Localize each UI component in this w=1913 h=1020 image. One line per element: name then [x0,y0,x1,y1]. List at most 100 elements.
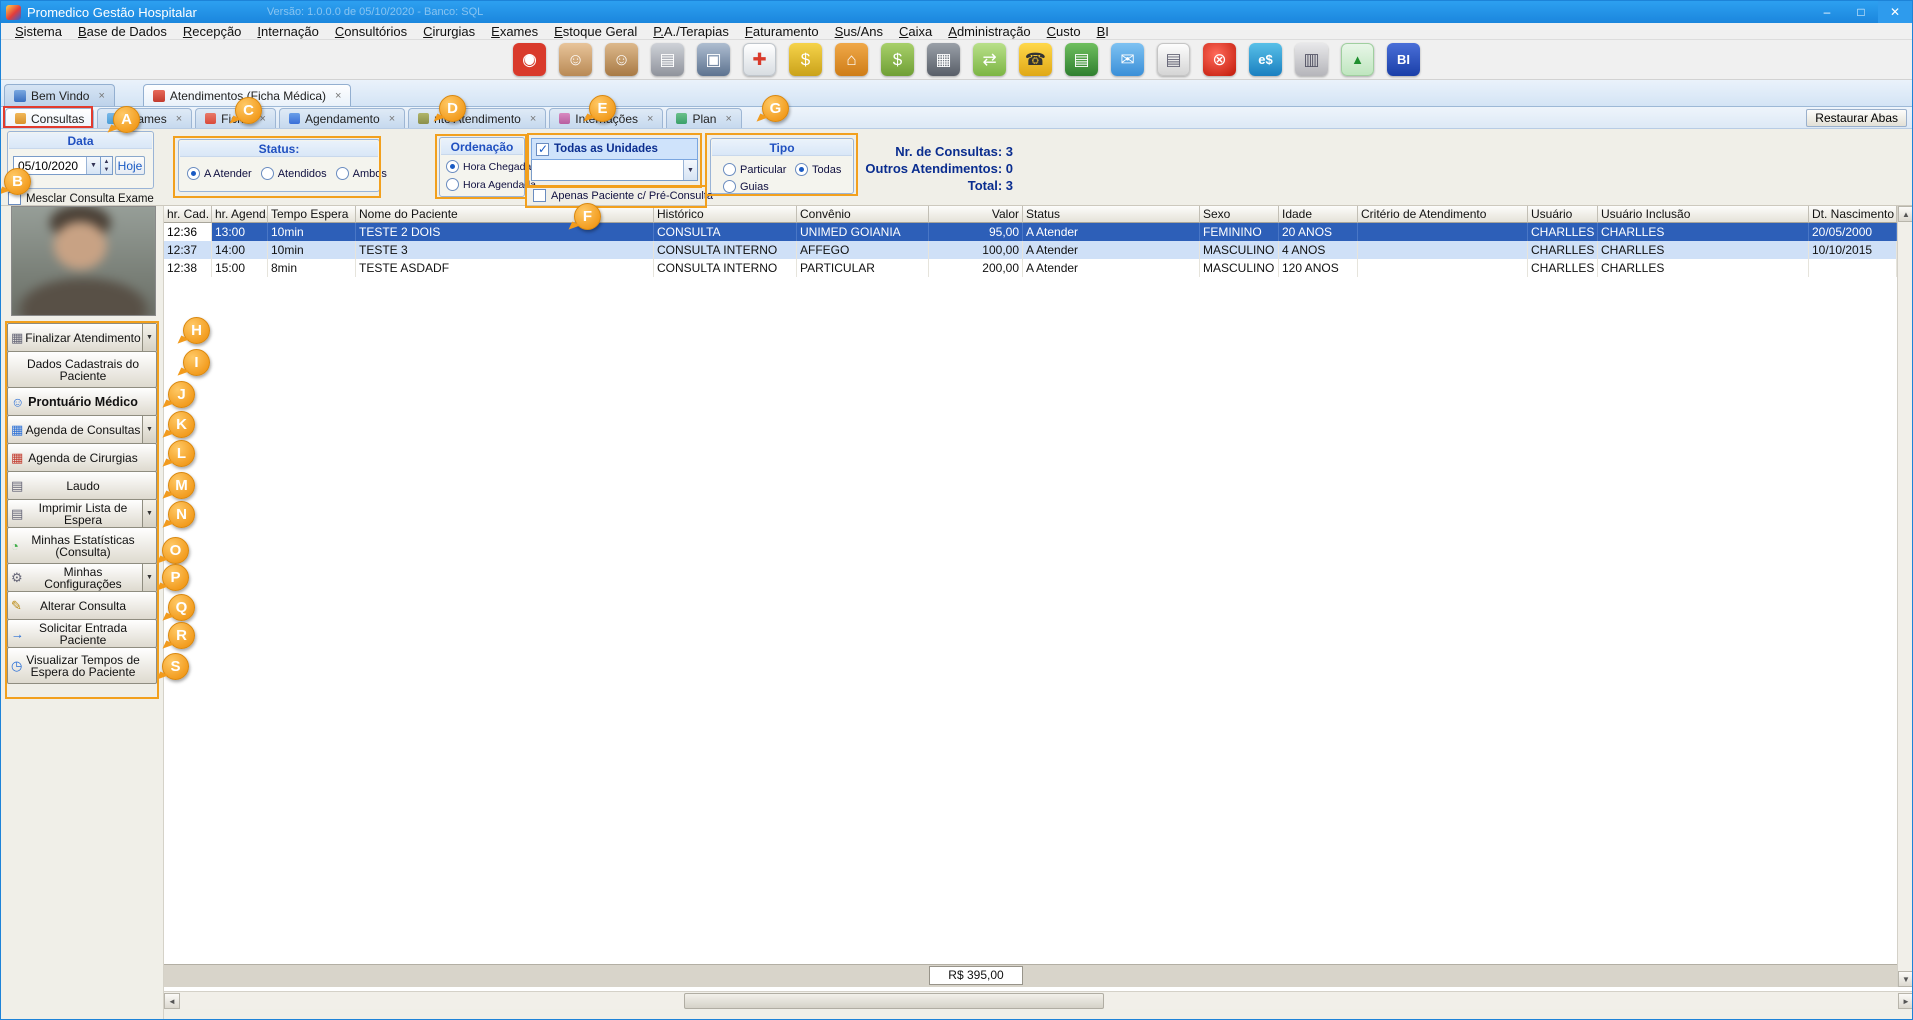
solicitar-entrada-button[interactable]: → Solicitar Entrada Paciente [7,619,157,648]
scrollbar-thumb[interactable] [684,993,1104,1009]
menu-faturamento[interactable]: Faturamento [737,24,827,39]
column-header[interactable]: Valor [929,206,1023,223]
chat-icon[interactable]: ✉ [1111,43,1144,76]
scroll-left-icon[interactable]: ◄ [164,993,180,1009]
close-tab-icon[interactable]: × [335,90,341,102]
target-icon[interactable]: ◉ [513,43,546,76]
scroll-up-icon[interactable]: ▲ [1898,206,1913,222]
minhas-configuracoes-button[interactable]: ⚙ Minhas Configurações ▼ [7,563,157,592]
house-money-icon[interactable]: ⌂ [835,43,868,76]
column-header[interactable]: hr. Agend. [212,206,268,223]
menu-exames[interactable]: Exames [483,24,546,39]
radio-particular[interactable]: Particular [723,163,786,176]
menu-custo[interactable]: Custo [1039,24,1089,39]
apenas-pre-consulta-checkbox[interactable]: Apenas Paciente c/ Pré-Consulta [533,189,713,202]
radio-atendidos[interactable]: Atendidos [261,167,327,180]
horizontal-scrollbar[interactable]: ◄ ► [164,991,1913,1009]
document-icon[interactable]: ▤ [1157,43,1190,76]
patients-group-icon[interactable]: ☺ [559,43,592,76]
column-header[interactable]: Nome do Paciente [356,206,654,223]
reception-icon[interactable]: ☺ [605,43,638,76]
imprimir-lista-espera-button[interactable]: ▤ Imprimir Lista de Espera ▼ [7,499,157,528]
maximize-button[interactable]: □ [1844,1,1878,23]
table-row[interactable]: 12:37 14:00 10min TESTE 3 CONSULTA INTER… [164,241,1913,259]
close-tab-icon[interactable]: × [725,113,731,125]
prontuario-medico-button[interactable]: ☺ Prontuário Médico [7,387,157,416]
menu-cirurgias[interactable]: Cirurgias [415,24,483,39]
ledger-icon[interactable]: ▤ [1065,43,1098,76]
menu-sus-ans[interactable]: Sus/Ans [827,24,891,39]
unit-combobox[interactable]: ▼ [531,160,698,181]
column-header[interactable]: Status [1023,206,1200,223]
safe-icon[interactable]: ▦ [927,43,960,76]
alterar-consulta-button[interactable]: ✎ Alterar Consulta [7,591,157,620]
e-billing-icon[interactable]: e$ [1249,43,1282,76]
menu-estoque-geral[interactable]: Estoque Geral [546,24,645,39]
scroll-down-icon[interactable]: ▼ [1898,971,1913,987]
tab-plan[interactable]: Plan × [666,108,741,128]
vertical-scrollbar[interactable]: ▲ ▼ [1897,206,1913,987]
tab-agendamento[interactable]: Agendamento × [279,108,405,128]
tab-bem-vindo[interactable]: Bem Vindo × [4,84,115,106]
agenda-consultas-button[interactable]: ▦ Agenda de Consultas ▼ [7,415,157,444]
radio-hora-agendada[interactable]: Hora Agendada [446,178,536,191]
money-plant-icon[interactable]: $ [881,43,914,76]
column-header[interactable]: Usuário Inclusão [1598,206,1809,223]
table-row[interactable]: 12:36 13:00 10min TESTE 2 DOIS CONSULTA … [164,223,1913,241]
column-header[interactable]: Histórico [654,206,797,223]
menu-base-de-dados[interactable]: Base de Dados [70,24,175,39]
column-header[interactable]: hr. Cad. [164,206,212,223]
menu-internacao[interactable]: Internação [249,24,326,39]
spin-up-icon[interactable]: ▲ [104,158,110,166]
hoje-button[interactable]: Hoje [115,156,145,175]
visualizar-tempos-espera-button[interactable]: ◷ Visualizar Tempos de Espera do Pacient… [7,647,157,684]
tab-atendimento[interactable]: nto Atendimento × [408,108,546,128]
close-button[interactable]: ✕ [1878,1,1912,23]
table-row[interactable]: 12:38 15:00 8min TESTE ASDADF CONSULTA I… [164,259,1913,277]
menu-caixa[interactable]: Caixa [891,24,940,39]
chart-icon[interactable]: ▲ [1341,43,1374,76]
restaurar-abas-button[interactable]: Restaurar Abas [1806,109,1907,127]
dropdown-arrow-icon[interactable]: ▼ [142,500,156,527]
spin-down-icon[interactable]: ▼ [104,166,110,174]
date-dropdown-icon[interactable]: ▼ [86,157,100,174]
menu-bi[interactable]: BI [1089,24,1117,39]
menu-consultorios[interactable]: Consultórios [327,24,415,39]
column-header[interactable]: Usuário [1528,206,1598,223]
column-header[interactable]: Dt. Nascimento [1809,206,1897,223]
minimize-button[interactable]: – [1810,1,1844,23]
agenda-cirurgias-button[interactable]: ▦ Agenda de Cirurgias [7,443,157,472]
scroll-right-icon[interactable]: ► [1898,993,1913,1009]
radio-ambos[interactable]: Ambos [336,167,387,180]
close-tab-icon[interactable]: × [647,113,653,125]
power-icon[interactable]: ⊗ [1203,43,1236,76]
column-header[interactable]: Critério de Atendimento [1358,206,1528,223]
column-header[interactable]: Convênio [797,206,929,223]
column-header[interactable]: Tempo Espera [268,206,356,223]
menu-recepcao[interactable]: Recepção [175,24,250,39]
radio-hora-chegada[interactable]: Hora Chegada [446,160,531,173]
minhas-estatisticas-button[interactable]: ◔ Minhas Estatísticas (Consulta) [7,527,157,564]
dados-cadastrais-button[interactable]: Dados Cadastrais do Paciente [7,351,157,388]
dropdown-arrow-icon[interactable]: ▼ [142,324,156,351]
radio-a-atender[interactable]: A Atender [187,167,252,180]
phone-icon[interactable]: ☎ [1019,43,1052,76]
column-header[interactable]: Sexo [1200,206,1279,223]
column-header[interactable]: Idade [1279,206,1358,223]
coins-icon[interactable]: $ [789,43,822,76]
transfer-icon[interactable]: ⇄ [973,43,1006,76]
combo-arrow-icon[interactable]: ▼ [683,160,697,180]
menu-sistema[interactable]: Sistema [7,24,70,39]
date-spinner[interactable]: ▲ ▼ [101,156,113,175]
fax-icon[interactable]: ▤ [651,43,684,76]
tab-consultas[interactable]: Consultas [5,108,94,128]
dropdown-arrow-icon[interactable]: ▼ [142,416,156,443]
ambulance-icon[interactable]: ✚ [743,43,776,76]
bi-icon[interactable]: BI [1387,43,1420,76]
close-tab-icon[interactable]: × [389,113,395,125]
mesclar-consulta-exame-checkbox[interactable]: Mesclar Consulta Exame [8,192,154,205]
computer-icon[interactable]: ▣ [697,43,730,76]
laudo-button[interactable]: ▤ Laudo [7,471,157,500]
radio-guias[interactable]: Guias [723,180,769,193]
dropdown-arrow-icon[interactable]: ▼ [142,564,156,591]
